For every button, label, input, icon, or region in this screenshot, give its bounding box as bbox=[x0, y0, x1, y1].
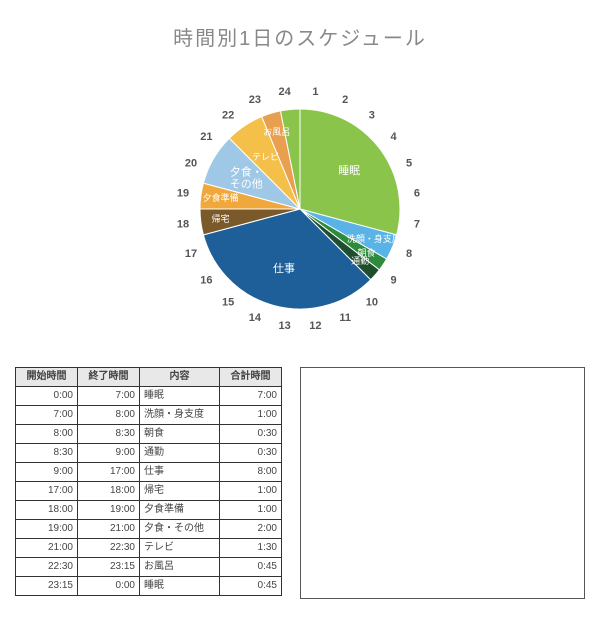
cell-duration: 2:00 bbox=[220, 520, 282, 539]
th-act: 内容 bbox=[140, 368, 220, 387]
cell-start: 9:00 bbox=[16, 463, 78, 482]
cell-end: 7:00 bbox=[78, 387, 140, 406]
hour-label: 23 bbox=[249, 94, 261, 106]
cell-duration: 0:30 bbox=[220, 444, 282, 463]
hour-label: 15 bbox=[222, 297, 234, 309]
slice-label: 通勤 bbox=[351, 255, 369, 266]
cell-activity: 帰宅 bbox=[140, 482, 220, 501]
table-row: 8:309:00通勤0:30 bbox=[16, 444, 282, 463]
cell-duration: 1:00 bbox=[220, 406, 282, 425]
cell-start: 7:00 bbox=[16, 406, 78, 425]
cell-duration: 1:00 bbox=[220, 482, 282, 501]
bottom-row: 開始時間 終了時間 内容 合計時間 0:007:00睡眠7:007:008:00… bbox=[15, 367, 585, 599]
cell-end: 18:00 bbox=[78, 482, 140, 501]
hour-label: 17 bbox=[185, 248, 197, 260]
cell-end: 22:30 bbox=[78, 539, 140, 558]
cell-activity: 朝食 bbox=[140, 425, 220, 444]
cell-end: 8:00 bbox=[78, 406, 140, 425]
slice-label: 夕食・その他 bbox=[230, 164, 263, 190]
table-row: 23:150:00睡眠0:45 bbox=[16, 577, 282, 596]
hour-label: 4 bbox=[391, 131, 398, 143]
hour-label: 6 bbox=[414, 188, 420, 200]
hour-label: 2 bbox=[342, 94, 348, 106]
cell-end: 23:15 bbox=[78, 558, 140, 577]
cell-duration: 0:30 bbox=[220, 425, 282, 444]
table-row: 9:0017:00仕事8:00 bbox=[16, 463, 282, 482]
hour-label: 21 bbox=[200, 131, 212, 143]
cell-start: 22:30 bbox=[16, 558, 78, 577]
slice-label: 帰宅 bbox=[212, 213, 230, 224]
cell-start: 8:30 bbox=[16, 444, 78, 463]
hour-label: 22 bbox=[222, 109, 234, 121]
th-start: 開始時間 bbox=[16, 368, 78, 387]
hour-label: 18 bbox=[177, 218, 189, 230]
cell-start: 18:00 bbox=[16, 501, 78, 520]
hour-label: 7 bbox=[414, 218, 420, 230]
cell-duration: 8:00 bbox=[220, 463, 282, 482]
page-title: 時間別1日のスケジュール bbox=[15, 22, 585, 51]
cell-activity: 睡眠 bbox=[140, 387, 220, 406]
table-row: 19:0021:00夕食・その他2:00 bbox=[16, 520, 282, 539]
cell-start: 19:00 bbox=[16, 520, 78, 539]
hour-label: 5 bbox=[406, 158, 412, 170]
cell-duration: 7:00 bbox=[220, 387, 282, 406]
th-dur: 合計時間 bbox=[220, 368, 282, 387]
cell-start: 23:15 bbox=[16, 577, 78, 596]
slice-label: 洗顔・身支度 bbox=[347, 233, 401, 244]
cell-start: 8:00 bbox=[16, 425, 78, 444]
cell-activity: テレビ bbox=[140, 539, 220, 558]
table-row: 18:0019:00夕食準備1:00 bbox=[16, 501, 282, 520]
hour-label: 20 bbox=[185, 158, 197, 170]
cell-duration: 0:45 bbox=[220, 558, 282, 577]
hour-label: 9 bbox=[391, 275, 397, 287]
cell-activity: お風呂 bbox=[140, 558, 220, 577]
hour-label: 3 bbox=[369, 109, 375, 121]
hour-label: 13 bbox=[278, 320, 290, 332]
cell-end: 17:00 bbox=[78, 463, 140, 482]
cell-activity: 洗顔・身支度 bbox=[140, 406, 220, 425]
slice-label: お風呂 bbox=[263, 127, 290, 137]
page: 時間別1日のスケジュール 睡眠洗顔・身支度朝食通勤仕事帰宅夕食準備夕食・その他テ… bbox=[0, 0, 600, 609]
cell-duration: 0:45 bbox=[220, 577, 282, 596]
hour-label: 16 bbox=[200, 275, 212, 287]
cell-start: 17:00 bbox=[16, 482, 78, 501]
hour-label: 14 bbox=[249, 312, 262, 324]
hour-label: 10 bbox=[366, 297, 378, 309]
cell-duration: 1:30 bbox=[220, 539, 282, 558]
cell-end: 9:00 bbox=[78, 444, 140, 463]
cell-activity: 仕事 bbox=[140, 463, 220, 482]
hour-label: 24 bbox=[278, 86, 291, 98]
table-row: 21:0022:30テレビ1:30 bbox=[16, 539, 282, 558]
cell-activity: 通勤 bbox=[140, 444, 220, 463]
slice-label: 仕事 bbox=[273, 262, 295, 275]
slice-label: 睡眠 bbox=[338, 164, 360, 177]
hour-label: 12 bbox=[309, 320, 321, 332]
table-header-row: 開始時間 終了時間 内容 合計時間 bbox=[16, 368, 282, 387]
slice-label: テレビ bbox=[252, 152, 279, 162]
side-empty-box bbox=[300, 367, 585, 599]
table-row: 0:007:00睡眠7:00 bbox=[16, 387, 282, 406]
cell-activity: 睡眠 bbox=[140, 577, 220, 596]
cell-activity: 夕食準備 bbox=[140, 501, 220, 520]
th-end: 終了時間 bbox=[78, 368, 140, 387]
hour-label: 19 bbox=[177, 188, 189, 200]
cell-end: 0:00 bbox=[78, 577, 140, 596]
cell-duration: 1:00 bbox=[220, 501, 282, 520]
table-row: 8:008:30朝食0:30 bbox=[16, 425, 282, 444]
hour-label: 11 bbox=[339, 312, 351, 324]
cell-end: 21:00 bbox=[78, 520, 140, 539]
table-row: 22:3023:15お風呂0:45 bbox=[16, 558, 282, 577]
slice-label: 夕食準備 bbox=[203, 192, 239, 203]
cell-activity: 夕食・その他 bbox=[140, 520, 220, 539]
hour-label: 1 bbox=[312, 86, 318, 98]
hour-label: 8 bbox=[406, 248, 412, 260]
schedule-table: 開始時間 終了時間 内容 合計時間 0:007:00睡眠7:007:008:00… bbox=[15, 367, 282, 596]
table-row: 17:0018:00帰宅1:00 bbox=[16, 482, 282, 501]
pie-chart: 睡眠洗顔・身支度朝食通勤仕事帰宅夕食準備夕食・その他テレビお風呂12345678… bbox=[120, 69, 480, 349]
cell-start: 0:00 bbox=[16, 387, 78, 406]
cell-start: 21:00 bbox=[16, 539, 78, 558]
cell-end: 19:00 bbox=[78, 501, 140, 520]
table-row: 7:008:00洗顔・身支度1:00 bbox=[16, 406, 282, 425]
cell-end: 8:30 bbox=[78, 425, 140, 444]
